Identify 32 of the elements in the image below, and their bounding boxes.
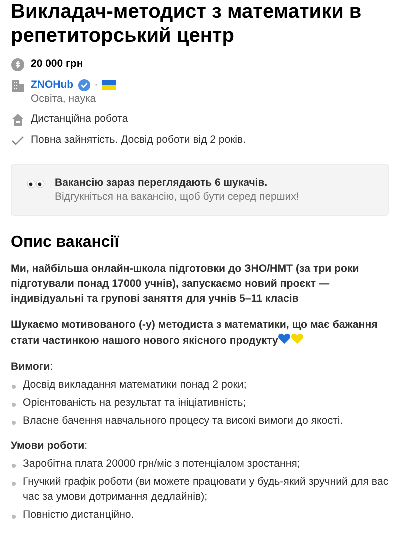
coin-icon <box>11 58 25 72</box>
salary-text: 20 000 грн <box>31 57 84 71</box>
bullet-icon <box>12 515 16 519</box>
list-item: Повністю дистанційно. <box>23 508 134 523</box>
list-item: Заробітна плата 20000 грн/міс з потенціалом зростання; <box>23 457 300 472</box>
list-item: Орієнтованість на результат та ініціативність; <box>23 396 246 411</box>
bullet-icon <box>12 421 16 425</box>
job-detail: Дистанційна робота <box>31 112 128 126</box>
list-item: Гнучкий графік роботи (ви можете працювати у будь-який зручний для вас час за умови дотримання дедлайнів); <box>23 475 389 505</box>
list-item: Власне бачення навчального процесу та високі вимоги до якості. <box>23 414 344 429</box>
eyes-icon <box>27 179 45 189</box>
notice-text: Відгукніться на вакансію, щоб бути серед перших! <box>55 190 300 204</box>
list-heading: Вимоги: <box>11 360 54 375</box>
job-detail: Повна зайнятість. Досвід роботи від 2 років. <box>31 133 246 147</box>
company-link[interactable]: ZNOHub <box>31 78 74 92</box>
house-icon <box>11 113 25 127</box>
list-heading: Умови роботи: <box>11 439 89 454</box>
bullet-icon <box>12 403 16 407</box>
company-industry: Освіта, наука <box>31 92 98 106</box>
building-icon <box>11 79 25 93</box>
bullet-icon <box>12 464 16 468</box>
check-icon <box>11 134 25 148</box>
bullet-icon <box>12 482 16 486</box>
flag-icon <box>102 80 116 90</box>
job-title: Викладач-методист з математики в репетиторський центр <box>11 0 363 48</box>
description-paragraph: Ми, найбільша онлайн-школа підготовки до ЗНО/НМТ (за три роки підготували понад 17000 учнів), запускаємо новий проєкт — індивідуальні та групові заняття для учнів 5–11 класів <box>11 262 360 307</box>
bullet-icon <box>12 385 16 389</box>
list-item: Досвід викладання математики понад 2 роки; <box>23 378 247 393</box>
separator-dot: · <box>94 78 98 92</box>
notice-title: Вакансію зараз переглядають 6 шукачів. <box>55 176 269 190</box>
description-paragraph: Шукаємо мотивованого (-у) методиста з математики, що має бажання стати частинкою нашого нового якісного продукту <box>11 318 379 349</box>
section-heading: Опис вакансії <box>11 233 120 253</box>
